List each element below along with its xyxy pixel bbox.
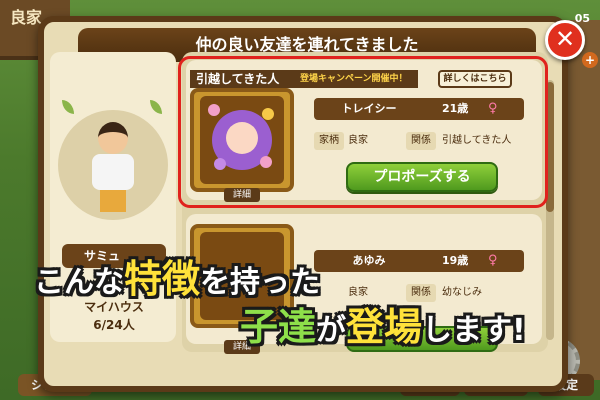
avatar-legs (100, 190, 126, 212)
promo-text-line2: 子達が登場します! (240, 296, 526, 351)
highlight-outline (178, 56, 548, 208)
candidate-name-row: あゆみ 19歳 ♀ (314, 250, 524, 272)
promo-text-line1: こんな特徴を持った (34, 248, 320, 303)
promo-highlight: 特徴 (124, 257, 201, 301)
avatar-head (98, 122, 128, 154)
plus-icon[interactable]: + (582, 52, 598, 68)
promo-highlight: 登場 (346, 305, 423, 349)
female-icon: ♀ (488, 253, 498, 268)
ryoka-sign: 良家 (10, 8, 43, 27)
promo-highlight: 子達 (240, 305, 317, 349)
promo-word: こんな (34, 265, 124, 300)
close-button[interactable]: ✕ (545, 20, 585, 60)
promo-word: します! (422, 313, 526, 348)
avatar-body (92, 154, 134, 190)
house-count: 6/24人 (93, 318, 135, 332)
promo-word: を持った (200, 265, 321, 300)
candidate-name: あゆみ (352, 254, 386, 267)
close-icon: ✕ (554, 25, 576, 53)
promo-word: が (316, 313, 347, 348)
